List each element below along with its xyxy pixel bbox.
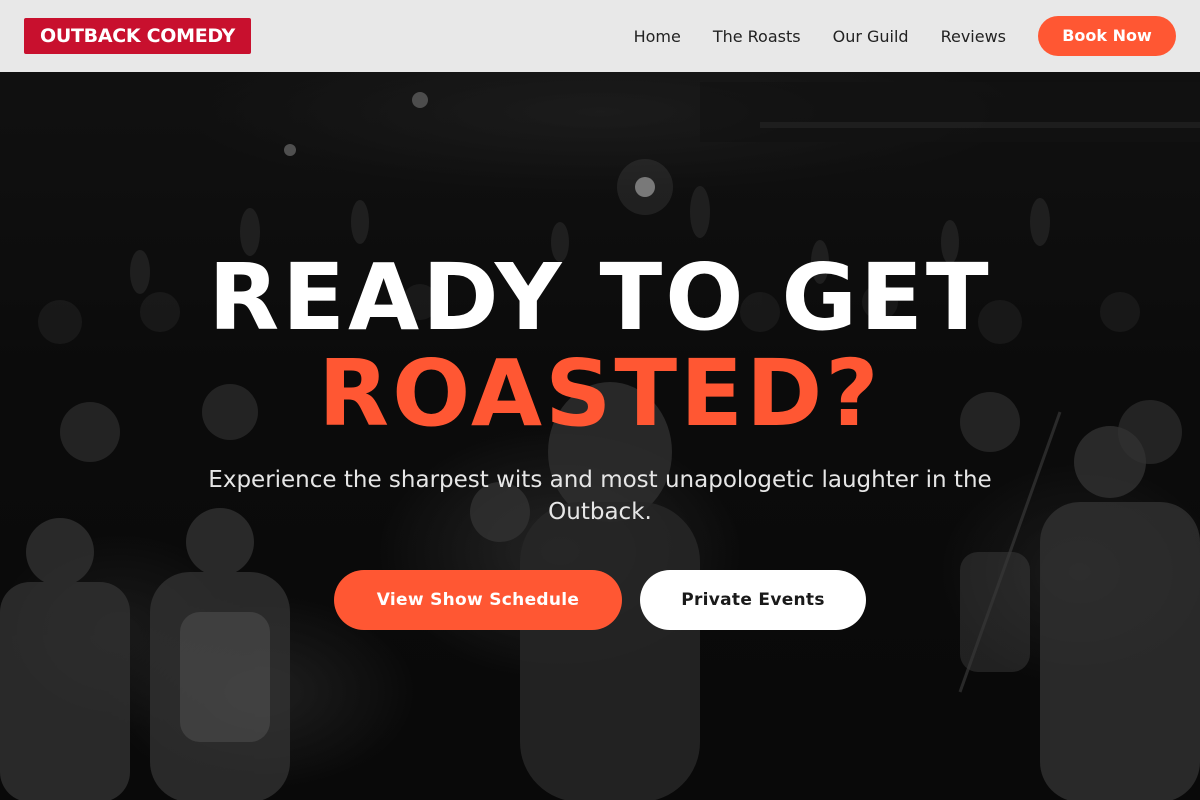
hero-section: READY TO GET ROASTED? Experience the sha… [0,72,1200,800]
site-header: OUTBACK COMEDY Home The Roasts Our Guild… [0,0,1200,72]
main-nav: Home The Roasts Our Guild Reviews Book N… [634,16,1176,56]
nav-link-reviews[interactable]: Reviews [941,27,1006,46]
nav-link-our-guild[interactable]: Our Guild [833,27,909,46]
page: OUTBACK COMEDY Home The Roasts Our Guild… [0,0,1200,800]
view-show-schedule-button[interactable]: View Show Schedule [334,570,622,630]
hero-cta-row: View Show Schedule Private Events [0,570,1200,630]
hero-headline-line-2: ROASTED? [318,340,882,447]
hero-headline-line-1: READY TO GET [208,244,992,351]
hero-subtitle: Experience the sharpest wits and most un… [208,467,992,525]
site-logo[interactable]: OUTBACK COMEDY [24,18,251,54]
nav-link-the-roasts[interactable]: The Roasts [713,27,801,46]
book-now-button[interactable]: Book Now [1038,16,1176,56]
private-events-button[interactable]: Private Events [640,570,866,630]
nav-link-home[interactable]: Home [634,27,681,46]
